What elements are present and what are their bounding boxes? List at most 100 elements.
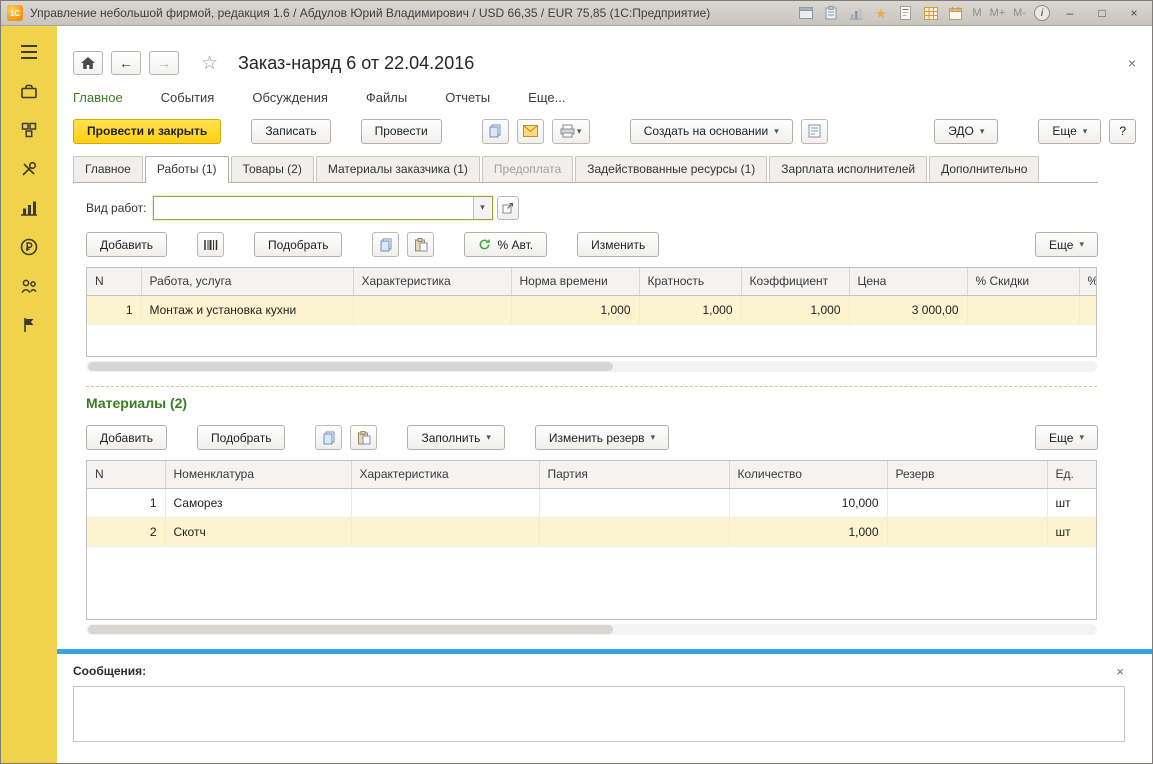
cell-multiplicity[interactable]: 1,000	[639, 295, 742, 325]
sidebar-item-company-icon[interactable]	[15, 313, 43, 337]
column-header[interactable]: Коэффициент	[741, 268, 850, 296]
column-header[interactable]: Норма времени	[511, 268, 640, 296]
menu-item-sobytiya[interactable]: События	[161, 90, 215, 105]
help-button[interactable]: ?	[1109, 118, 1136, 144]
cell-unit[interactable]: шт	[1047, 517, 1096, 547]
column-header[interactable]: N	[87, 268, 142, 296]
sidebar-item-production-icon[interactable]	[15, 196, 43, 220]
more-button[interactable]: Еще ▾	[1038, 118, 1102, 144]
cell-characteristic[interactable]	[353, 295, 512, 325]
combo-caret-icon[interactable]: ▾	[472, 196, 492, 219]
scrollbar-thumb[interactable]	[88, 362, 613, 371]
materials-pick-button[interactable]: Подобрать	[197, 425, 286, 450]
column-header[interactable]: % Скидки	[967, 268, 1080, 296]
tab-materialy-zakazchika[interactable]: Материалы заказчика (1)	[315, 156, 480, 182]
main-menu-icon[interactable]	[15, 40, 43, 64]
works-edit-button[interactable]: Изменить	[577, 232, 660, 257]
cell-quantity[interactable]: 10,000	[729, 488, 888, 518]
create-based-on-button[interactable]: Создать на основании ▾	[629, 118, 793, 144]
cell-characteristic[interactable]	[351, 488, 540, 518]
column-header[interactable]: Номенклатура	[165, 461, 352, 489]
menu-item-otchety[interactable]: Отчеты	[445, 90, 490, 105]
work-type-combobox[interactable]: ▾	[152, 195, 493, 220]
sidebar-item-sales-icon[interactable]	[15, 79, 43, 103]
messages-splitter[interactable]	[57, 649, 1152, 654]
materials-horizontal-scrollbar[interactable]	[86, 624, 1097, 635]
print-icon[interactable]: ▾	[551, 118, 590, 144]
cell-work-name[interactable]: Монтаж и установка кухни	[141, 295, 354, 325]
materials-table-row[interactable]: 1 Саморез 10,000 шт	[87, 488, 1096, 518]
sidebar-item-purchases-icon[interactable]	[15, 118, 43, 142]
cell-nomenclature[interactable]: Скотч	[165, 517, 352, 547]
clipboard-icon[interactable]	[822, 5, 839, 21]
works-more-button[interactable]: Еще ▾	[1035, 232, 1098, 257]
works-pick-button[interactable]: Подобрать	[254, 232, 343, 257]
materials-table-row[interactable]: 2 Скотч 1,000 шт	[87, 517, 1096, 547]
tab-zarplata[interactable]: Зарплата исполнителей	[769, 156, 928, 182]
column-header[interactable]: Резерв	[887, 461, 1048, 489]
column-header[interactable]: Характеристика	[351, 461, 540, 489]
copy-rows-icon[interactable]	[315, 425, 343, 450]
menu-item-obsuzhdeniya[interactable]: Обсуждения	[252, 90, 328, 105]
tab-dopolnitelno[interactable]: Дополнительно	[929, 156, 1040, 182]
close-form-icon[interactable]: ×	[1128, 55, 1136, 71]
sidebar-item-personnel-icon[interactable]	[15, 274, 43, 298]
cell-n[interactable]: 1	[87, 488, 166, 518]
favorites-star-icon[interactable]: ★	[872, 5, 889, 21]
cell-coefficient[interactable]: 1,000	[741, 295, 850, 325]
calc-memory-m-minus[interactable]: М-	[1013, 7, 1026, 19]
home-button[interactable]	[73, 51, 103, 75]
cell-batch[interactable]	[539, 517, 730, 547]
window-panel-icon[interactable]	[797, 5, 814, 21]
post-and-close-button[interactable]: Провести и закрыть	[73, 118, 222, 144]
cell-nomenclature[interactable]: Саморез	[165, 488, 352, 518]
tab-tovary[interactable]: Товары (2)	[230, 156, 314, 182]
write-button[interactable]: Записать	[251, 118, 331, 144]
menu-item-faily[interactable]: Файлы	[366, 90, 407, 105]
cell-reserve[interactable]	[887, 488, 1048, 518]
auto-discount-button[interactable]: % Авт.	[464, 232, 548, 257]
work-type-input[interactable]	[153, 196, 473, 219]
cell-batch[interactable]	[539, 488, 730, 518]
tab-glavnoe[interactable]: Главное	[73, 156, 143, 182]
post-button[interactable]: Провести	[360, 118, 442, 144]
copy-rows-icon[interactable]	[372, 232, 400, 257]
materials-fill-button[interactable]: Заполнить ▾	[407, 425, 505, 450]
cell-quantity[interactable]: 1,000	[729, 517, 888, 547]
cell-n[interactable]: 1	[87, 295, 142, 325]
sidebar-item-money-icon[interactable]	[15, 235, 43, 259]
barcode-scanner-icon[interactable]	[197, 232, 225, 257]
menu-item-esche[interactable]: Еще...	[528, 90, 565, 105]
scrollbar-thumb[interactable]	[88, 625, 613, 634]
works-table-row[interactable]: 1 Монтаж и установка кухни 1,000 1,000 1…	[87, 295, 1096, 325]
cell-characteristic[interactable]	[351, 517, 540, 547]
column-header[interactable]: %	[1079, 268, 1096, 296]
sidebar-item-works-icon[interactable]	[15, 157, 43, 181]
messages-close-icon[interactable]: ×	[1116, 664, 1124, 679]
cell-unit[interactable]: шт	[1047, 488, 1096, 518]
cell-n[interactable]: 2	[87, 517, 166, 547]
cell-discount[interactable]	[967, 295, 1080, 325]
table-icon[interactable]	[922, 5, 939, 21]
edit-reserve-button[interactable]: Изменить резерв ▾	[534, 425, 670, 450]
chart-icon[interactable]	[847, 5, 864, 21]
column-header[interactable]: Кратность	[639, 268, 742, 296]
forward-button[interactable]: →	[149, 51, 179, 75]
works-add-button[interactable]: Добавить	[86, 232, 168, 257]
close-button[interactable]: ×	[1122, 4, 1146, 22]
open-work-type-icon[interactable]	[496, 195, 519, 220]
mail-icon[interactable]	[516, 118, 544, 144]
calc-memory-m-plus[interactable]: М+	[990, 7, 1006, 19]
reports-icon[interactable]	[800, 118, 828, 144]
menu-item-glavnoe[interactable]: Главное	[73, 90, 123, 105]
cell-price[interactable]: 3 000,00	[849, 295, 968, 325]
minimize-button[interactable]: –	[1058, 4, 1082, 22]
works-horizontal-scrollbar[interactable]	[86, 361, 1097, 372]
cell-time-norm[interactable]: 1,000	[511, 295, 640, 325]
column-header[interactable]: Партия	[539, 461, 730, 489]
column-header[interactable]: Ед.	[1047, 461, 1096, 489]
paste-rows-icon[interactable]	[350, 425, 378, 450]
column-header[interactable]: N	[87, 461, 166, 489]
column-header[interactable]: Работа, услуга	[141, 268, 354, 296]
cell-extra[interactable]	[1079, 295, 1096, 325]
